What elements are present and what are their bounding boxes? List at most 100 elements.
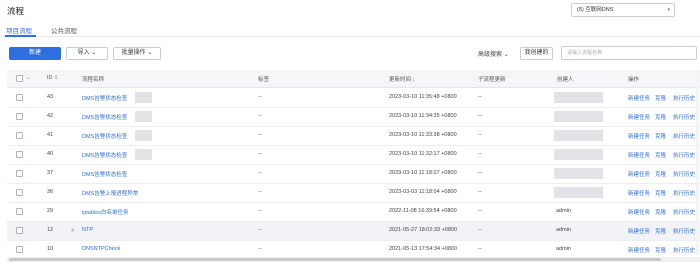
new-task-link[interactable]: 新建任务 [628, 151, 650, 159]
row-updated-time: 2022-11-08 16:39:54 +0800 [389, 208, 457, 214]
select-all-checkbox[interactable] [16, 75, 23, 82]
table-row[interactable]: 36 DMS告警上报进程异常 -- 2023-03-03 11:18:04 +0800… [7, 184, 700, 203]
row-tag: -- [258, 132, 262, 138]
page-title: 流程 [7, 6, 25, 16]
row-flow-name[interactable]: DNSNTPCheck [82, 246, 120, 252]
row-checkbox[interactable] [16, 94, 23, 101]
batch-actions-button[interactable]: 批量操作 ⌄ [113, 47, 161, 60]
new-task-link[interactable]: 新建任务 [628, 94, 650, 102]
table-row[interactable]: 40 DMS告警状态检查 -- 2023-03-10 11:32:17 +0800 --… [7, 146, 700, 165]
redacted-creator [554, 187, 603, 198]
column-id[interactable]: ID ⇕ [47, 75, 59, 81]
execution-history-link[interactable]: 执行历史 [673, 113, 695, 121]
environment-select[interactable]: (5) 互联网DNS ▾ [571, 3, 675, 17]
row-flow-name[interactable]: DMS告警状态检查 [82, 94, 127, 102]
tab-public-flows[interactable]: 公共流程 [51, 25, 77, 35]
row-creator: admin [556, 246, 571, 252]
advanced-search-toggle[interactable]: 高级搜索 ⌄ [478, 49, 509, 58]
table-row[interactable]: 12 ★ NTP -- 2021-05-27 18:02:33 +0800 -- admin… [7, 222, 700, 241]
row-checkbox[interactable] [16, 113, 23, 120]
row-subflow-updated: -- [478, 132, 482, 138]
clone-link[interactable]: 克隆 [655, 227, 666, 235]
clone-link[interactable]: 克隆 [655, 208, 666, 216]
tab-project-flows[interactable]: 项目流程 [6, 25, 32, 35]
column-actions: 操作 [628, 77, 640, 83]
row-tag: -- [258, 113, 262, 119]
row-updated-time: 2023-03-10 11:34:35 +0800 [389, 113, 457, 119]
clone-link[interactable]: 克隆 [655, 151, 666, 159]
row-checkbox[interactable] [16, 227, 23, 234]
clone-link[interactable]: 克隆 [655, 170, 666, 178]
execution-history-link[interactable]: 执行历史 [673, 151, 695, 159]
redacted-block [135, 149, 152, 160]
my-created-button[interactable]: 我创建的 [520, 47, 553, 60]
execution-history-link[interactable]: 执行历史 [673, 170, 695, 178]
row-checkbox[interactable] [16, 246, 23, 253]
row-id: 10 [47, 246, 54, 252]
clone-link[interactable]: 克隆 [655, 189, 666, 197]
row-flow-name[interactable]: DMS告警状态检查 [82, 132, 127, 140]
column-updated[interactable]: 更新时间 ↓ [389, 75, 415, 83]
column-subflow-updated: 子流程更新 [478, 77, 506, 83]
table-row[interactable]: 37 DMS告警状态检查 -- 2023-03-10 11:18:07 +0800 --… [7, 165, 700, 184]
new-task-link[interactable]: 新建任务 [628, 246, 650, 254]
new-task-link[interactable]: 新建任务 [628, 189, 650, 197]
table-row[interactable]: 41 DMS告警状态检查 -- 2023-03-10 11:33:38 +0800 --… [7, 127, 700, 146]
execution-history-link[interactable]: 执行历史 [673, 208, 695, 216]
active-tab-indicator [5, 35, 36, 37]
row-updated-time: 2023-03-03 11:18:04 +0800 [389, 189, 457, 195]
column-creator: 创建人 [557, 77, 574, 83]
import-button[interactable]: 导入 ⌄ [66, 47, 108, 60]
row-creator: admin [556, 208, 571, 214]
row-updated-time: 2021-05-27 18:02:33 +0800 [389, 227, 458, 233]
sort-icon: ⇕ [54, 75, 59, 81]
table-row[interactable]: 42 DMS告警状态检查 -- 2023-03-10 11:34:35 +0800 --… [7, 108, 700, 127]
row-tag: -- [258, 151, 262, 157]
execution-history-link[interactable]: 执行历史 [673, 246, 695, 254]
row-flow-name[interactable]: DMS告警状态检查 [82, 151, 127, 159]
execution-history-link[interactable]: 执行历史 [673, 189, 695, 197]
row-tag: -- [258, 170, 262, 176]
execution-history-link[interactable]: 执行历史 [673, 132, 695, 140]
chevron-down-icon: ⌄ [503, 52, 509, 58]
search-input[interactable]: 请输入流程名称 [561, 46, 697, 60]
row-flow-name[interactable]: NTP [82, 227, 93, 233]
new-task-link[interactable]: 新建任务 [628, 113, 650, 121]
clone-link[interactable]: 克隆 [655, 113, 666, 121]
row-checkbox[interactable] [16, 170, 23, 177]
execution-history-link[interactable]: 执行历史 [673, 227, 695, 235]
new-task-link[interactable]: 新建任务 [628, 132, 650, 140]
new-task-link[interactable]: 新建任务 [628, 170, 650, 178]
row-checkbox[interactable] [16, 189, 23, 196]
horizontal-scrollbar-thumb[interactable] [9, 258, 661, 261]
new-button[interactable]: 新建 [9, 47, 61, 60]
row-flow-name[interactable]: DMS告警状态检查 [82, 170, 127, 178]
new-task-link[interactable]: 新建任务 [628, 208, 650, 216]
clone-link[interactable]: 克隆 [655, 132, 666, 140]
row-flow-name[interactable]: iptables白名单任务 [82, 208, 128, 216]
vertical-scrollbar[interactable] [696, 70, 699, 255]
row-tag: -- [258, 246, 262, 252]
row-flow-name[interactable]: DMS告警状态检查 [82, 113, 127, 121]
row-checkbox[interactable] [16, 208, 23, 215]
row-checkbox[interactable] [16, 132, 23, 139]
row-checkbox[interactable] [16, 151, 23, 158]
row-subflow-updated: -- [478, 151, 482, 157]
table-row[interactable]: 43 DMS告警状态检查 -- 2023-03-10 11:35:48 +0800 --… [7, 89, 700, 108]
clone-link[interactable]: 克隆 [655, 94, 666, 102]
sort-desc-icon: ↓ [412, 77, 416, 83]
execution-history-link[interactable]: 执行历史 [673, 94, 695, 102]
row-id: 43 [47, 94, 54, 100]
new-task-link[interactable]: 新建任务 [628, 227, 650, 235]
clone-link[interactable]: 克隆 [655, 246, 666, 254]
row-flow-name[interactable]: DMS告警上报进程异常 [82, 189, 138, 197]
row-tag: -- [258, 94, 262, 100]
star-icon[interactable]: ★ [70, 227, 75, 234]
redacted-creator [554, 130, 603, 141]
redacted-creator [554, 92, 603, 103]
row-subflow-updated: -- [478, 246, 482, 252]
row-updated-time: 2023-03-10 11:35:48 +0800 [389, 94, 457, 100]
table-row[interactable]: 29 iptables白名单任务 -- 2022-11-08 16:39:54 +08… [7, 203, 700, 222]
row-id: 36 [47, 189, 54, 195]
select-all-chevron-icon[interactable]: ⌄ [26, 75, 31, 81]
